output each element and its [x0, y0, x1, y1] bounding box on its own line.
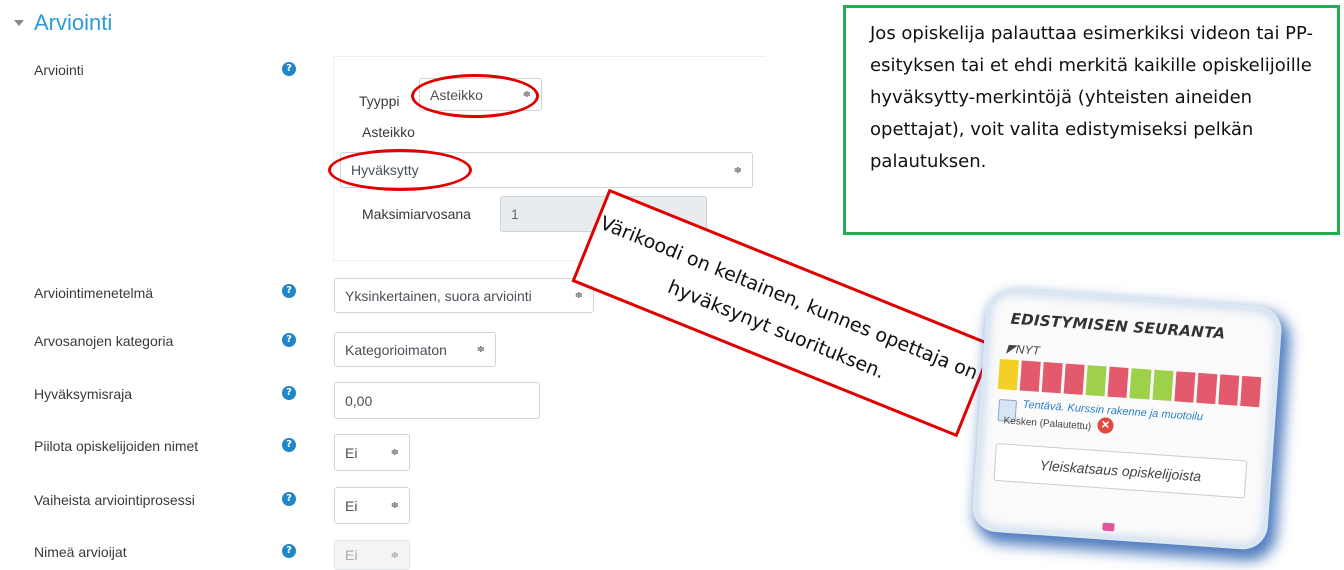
progress-widget: EDISTYMISEN SEURANTA ◤NYT Tentävä. Kurss…: [974, 290, 1280, 548]
help-icon[interactable]: ?: [282, 438, 296, 452]
pink-tab: [1102, 522, 1115, 532]
category-select[interactable]: Kategorioimaton ≑: [334, 332, 496, 367]
progress-segment[interactable]: [1019, 360, 1041, 392]
progress-segment[interactable]: [1063, 363, 1085, 395]
help-icon[interactable]: ?: [282, 386, 296, 400]
allocation-select: Ei ≑: [334, 540, 410, 570]
select-arrow-icon: ≑: [476, 344, 485, 355]
progress-segment[interactable]: [1085, 365, 1108, 397]
method-select-value: Yksinkertainen, suora arviointi: [345, 287, 532, 304]
progress-widget-title: EDISTYMISEN SEURANTA: [1010, 309, 1226, 343]
help-icon[interactable]: ?: [282, 62, 296, 76]
green-callout: Jos opiskelija palauttaa esimerkiksi vid…: [843, 5, 1340, 235]
hidenames-label: Piilota opiskelijoiden nimet: [34, 438, 199, 454]
category-select-value: Kategorioimaton: [345, 341, 447, 358]
scale-label: Asteikko: [362, 124, 415, 140]
task-status: Kesken (Palautettu): [1003, 415, 1092, 433]
progress-segment[interactable]: [1196, 372, 1218, 405]
progress-segment[interactable]: [1041, 362, 1063, 394]
method-label: Arviointimenetelmä: [34, 285, 154, 301]
select-arrow-icon: ≑: [390, 447, 399, 458]
now-marker: ◤NYT: [1006, 341, 1041, 358]
select-arrow-icon: ≑: [390, 549, 399, 561]
progress-segment[interactable]: [1173, 371, 1196, 403]
highlight-scale-oval: [328, 149, 472, 191]
help-icon[interactable]: ?: [282, 333, 296, 347]
progress-segment[interactable]: [1151, 369, 1174, 402]
method-select[interactable]: Yksinkertainen, suora arviointi ≑: [334, 278, 594, 313]
allocation-label: Nimeä arvioijat: [34, 544, 127, 560]
type-label: Tyyppi: [359, 93, 400, 109]
select-arrow-icon: ≑: [574, 290, 583, 301]
workflow-select[interactable]: Ei ≑: [334, 487, 410, 524]
help-icon[interactable]: ?: [282, 492, 296, 506]
close-circle-icon: ✕: [1096, 416, 1115, 435]
progress-segment[interactable]: [997, 358, 1019, 391]
section-title[interactable]: Arviointi: [34, 10, 112, 36]
category-label: Arvosanojen kategoria: [34, 333, 174, 349]
progress-segment[interactable]: [1240, 375, 1262, 408]
collapse-caret-icon[interactable]: [14, 20, 24, 26]
hidenames-select[interactable]: Ei ≑: [334, 434, 410, 471]
allocation-select-value: Ei: [345, 547, 358, 563]
maxgrade-label: Maksimiarvosana: [362, 206, 471, 222]
overview-button[interactable]: Yleiskatsaus opiskelijoista: [993, 442, 1248, 499]
progress-segment[interactable]: [1218, 374, 1240, 406]
help-icon[interactable]: ?: [282, 284, 296, 298]
highlight-type-oval: [411, 74, 539, 118]
hidenames-select-value: Ei: [345, 444, 358, 461]
grade-label: Arviointi: [34, 62, 84, 78]
progress-segment[interactable]: [1107, 366, 1130, 398]
passgrade-label: Hyväksymisraja: [34, 386, 133, 402]
passgrade-input[interactable]: 0,00: [334, 382, 540, 419]
now-label: NYT: [1015, 342, 1041, 358]
workflow-label: Vaiheista arviointiprosessi: [34, 492, 195, 508]
progress-segment[interactable]: [1129, 368, 1152, 400]
select-arrow-icon: ≑: [390, 500, 399, 511]
help-icon[interactable]: ?: [282, 544, 296, 558]
workflow-select-value: Ei: [345, 497, 358, 514]
select-arrow-icon: ≑: [733, 164, 742, 176]
